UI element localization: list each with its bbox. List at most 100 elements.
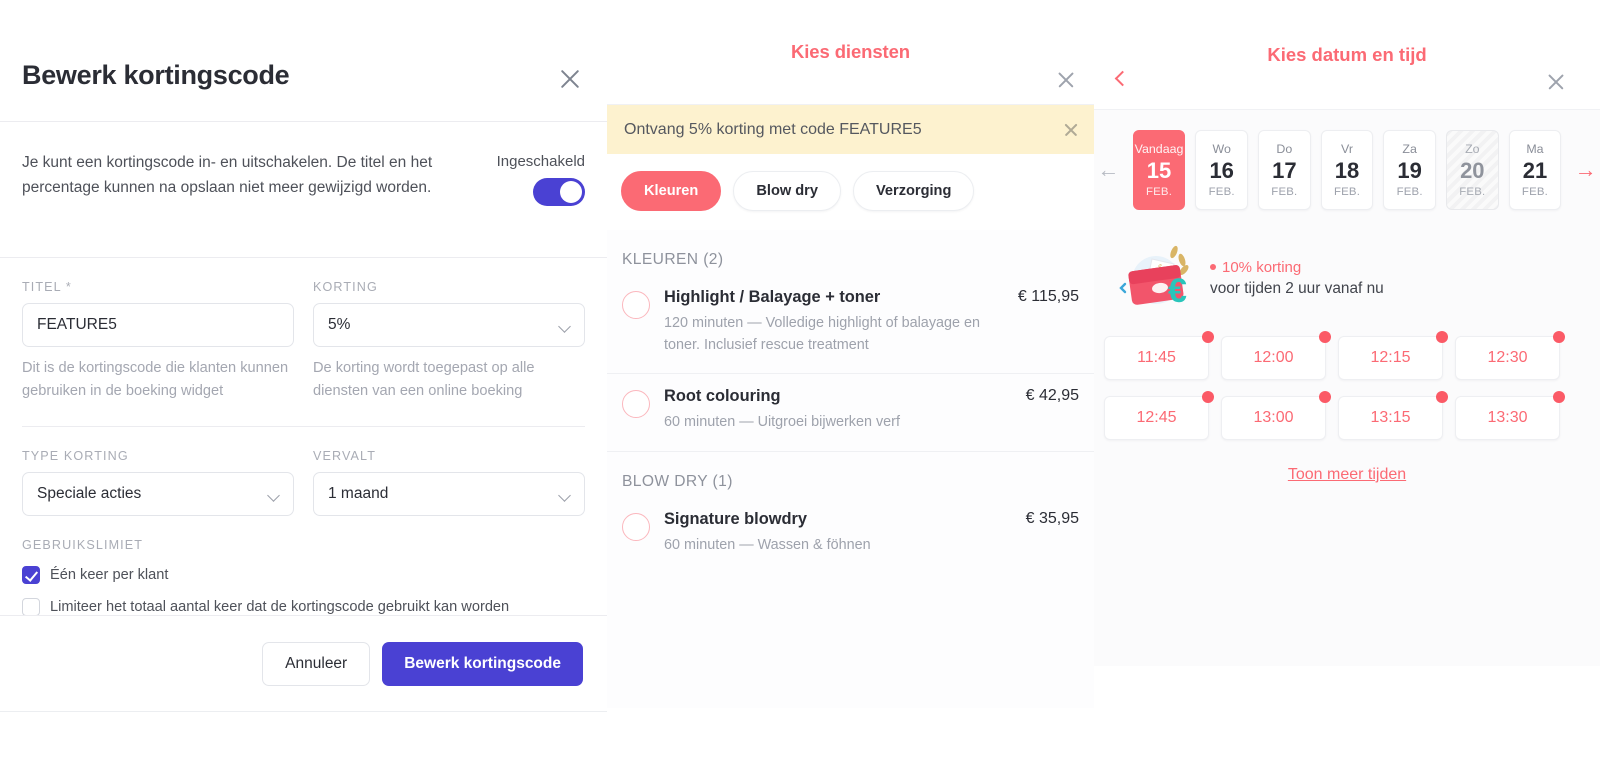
chip-verzorging[interactable]: Verzorging xyxy=(852,171,975,211)
intro-text: Je kunt een kortingscode in- en uitschak… xyxy=(22,154,433,197)
list-item[interactable]: Highlight / Balayage + toner € 115,95 12… xyxy=(607,275,1094,375)
intro-row: Je kunt een kortingscode in- en uitschak… xyxy=(0,122,607,211)
discount-dot-icon xyxy=(1202,391,1214,403)
time-slot[interactable]: 13:30 xyxy=(1455,396,1560,440)
service-description: 60 minuten — Wassen & föhnen xyxy=(664,536,871,553)
field-titel-help: Dit is de kortingscode die klanten kunne… xyxy=(22,360,289,399)
day-month: FEB. xyxy=(1459,185,1486,198)
time-slot-cell: 13:30 xyxy=(1455,391,1572,440)
screenshot-root: Bewerk kortingscode Je kunt een kortings… xyxy=(0,0,1600,768)
close-icon[interactable] xyxy=(555,64,585,94)
chevron-down-icon xyxy=(558,320,571,333)
day-card-21[interactable]: Ma 21 FEB. xyxy=(1508,130,1562,210)
korting-select[interactable]: 5% xyxy=(313,303,585,347)
close-icon[interactable] xyxy=(1062,121,1080,139)
chevron-down-icon xyxy=(267,489,280,503)
day-card-16[interactable]: Wo 16 FEB. xyxy=(1195,130,1249,210)
day-card-19[interactable]: Za 19 FEB. xyxy=(1383,130,1436,210)
time-slot[interactable]: 11:45 xyxy=(1104,336,1209,380)
day-card-17[interactable]: Do 17 FEB. xyxy=(1258,130,1311,210)
arrow-right-icon[interactable]: → xyxy=(1571,159,1600,181)
day-month: FEB. xyxy=(1333,185,1361,198)
service-name: Root colouring xyxy=(664,387,781,406)
services-list: KLEUREN (2) Highlight / Balayage + toner… xyxy=(607,230,1094,708)
time-slot[interactable]: 13:00 xyxy=(1221,396,1326,440)
time-slot-cell: 12:45 xyxy=(1104,391,1221,440)
field-type-korting: TYPE KORTING Speciale acties xyxy=(22,449,294,517)
radio-icon[interactable] xyxy=(622,390,650,419)
submit-button[interactable]: Bewerk kortingscode xyxy=(382,641,583,686)
day-month: FEB. xyxy=(1396,185,1423,198)
checkbox-limit-total[interactable]: Limiteer het totaal aantal keer dat de k… xyxy=(22,598,585,617)
enabled-toggle[interactable] xyxy=(533,178,585,206)
checkbox-once-per-customer[interactable]: Één keer per klant xyxy=(22,566,585,585)
time-slot[interactable]: 12:45 xyxy=(1104,396,1209,440)
field-vervalt: VERVALT 1 maand xyxy=(313,449,585,517)
time-slot-grid: 11:45 12:00 12:15 12:30 12:45 13:00 13:1… xyxy=(1094,328,1600,440)
radio-icon[interactable] xyxy=(622,291,650,319)
day-weekday: Vr xyxy=(1341,142,1353,157)
day-card-15[interactable]: Vandaag 15 FEB. xyxy=(1132,130,1186,210)
type-korting-select[interactable]: Speciale acties xyxy=(22,472,294,517)
list-item[interactable]: Signature blowdry € 35,95 60 minuten — W… xyxy=(607,496,1094,574)
service-description: 120 minuten — Volledige highlight of bal… xyxy=(664,315,981,353)
field-korting-label: KORTING xyxy=(313,280,378,294)
modal-footer: Annuleer Bewerk kortingscode xyxy=(0,615,607,711)
day-number: 15 xyxy=(1146,158,1172,184)
discount-dot-icon xyxy=(1319,391,1331,403)
show-more-times-link[interactable]: Toon meer tijden xyxy=(1094,466,1600,484)
close-icon[interactable] xyxy=(1544,70,1568,94)
field-vervalt-label: VERVALT xyxy=(313,449,376,464)
vervalt-select[interactable]: 1 maand xyxy=(313,472,585,517)
time-slot-cell: 13:15 xyxy=(1338,391,1455,440)
service-description: 60 minuten — Uitgroei bijwerken verf xyxy=(664,414,900,431)
day-month: FEB. xyxy=(1271,185,1298,198)
time-slot[interactable]: 13:15 xyxy=(1338,396,1443,440)
field-korting-help: De korting wordt toegepast op alle diens… xyxy=(313,360,535,399)
discount-dot-icon xyxy=(1553,391,1565,403)
cancel-button[interactable]: Annuleer xyxy=(262,641,371,686)
radio-icon[interactable] xyxy=(622,512,650,541)
discount-subtitle: voor tijden 2 uur vanaf nu xyxy=(1210,279,1384,297)
day-number: 20 xyxy=(1460,158,1485,184)
service-price: € 42,95 xyxy=(1025,387,1079,405)
checkbox-once-per-customer-label: Één keer per klant xyxy=(50,567,169,584)
day-weekday: Wo xyxy=(1212,142,1231,157)
promo-banner: Ontvang 5% korting met code FEATURE5 xyxy=(607,105,1094,154)
discount-dot-icon xyxy=(1436,391,1448,403)
arrow-left-icon[interactable]: ← xyxy=(1094,159,1123,181)
wallet-euro-illustration: $ € xyxy=(1112,242,1196,314)
usage-limit-label: GEBRUIKSLIMIET xyxy=(22,538,144,553)
chip-kleuren[interactable]: Kleuren xyxy=(621,171,722,211)
time-slot[interactable]: 12:00 xyxy=(1221,336,1326,380)
day-month: FEB. xyxy=(1145,185,1173,198)
field-titel: TITEL * FEATURE5 Dit is de kortingscode … xyxy=(22,280,294,402)
discount-dot-icon xyxy=(1202,331,1214,343)
checkbox-icon-unchecked xyxy=(22,598,40,617)
day-number: 16 xyxy=(1209,158,1234,184)
enabled-toggle-label: Ingeschakeld xyxy=(496,153,585,170)
discount-banner-text: 10% korting voor tijden 2 uur vanaf nu xyxy=(1210,259,1384,298)
bullet-dot-icon xyxy=(1210,264,1216,270)
day-number: 17 xyxy=(1272,158,1297,184)
list-item[interactable]: Root colouring € 42,95 60 minuten — Uitg… xyxy=(607,374,1094,452)
field-korting: KORTING 5% De korting wordt toegepast op… xyxy=(313,280,585,402)
service-name: Signature blowdry xyxy=(664,509,807,528)
time-slot-cell: 12:30 xyxy=(1455,331,1572,380)
datetime-title: Kies datum en tijd xyxy=(1267,43,1427,65)
chip-blow-dry[interactable]: Blow dry xyxy=(733,171,841,211)
time-slot[interactable]: 12:30 xyxy=(1455,336,1560,380)
day-number: 19 xyxy=(1397,158,1422,184)
day-weekday: Vandaag xyxy=(1134,142,1184,157)
day-number: 21 xyxy=(1522,158,1548,184)
titel-input[interactable]: FEATURE5 xyxy=(22,303,294,347)
time-slot[interactable]: 12:15 xyxy=(1338,336,1443,380)
day-weekday: Zo xyxy=(1465,142,1480,157)
time-slot-cell: 11:45 xyxy=(1104,331,1221,380)
checkbox-limit-total-label: Limiteer het totaal aantal keer dat de k… xyxy=(50,599,510,616)
close-icon[interactable] xyxy=(1054,68,1078,92)
field-type-korting-label: TYPE KORTING xyxy=(22,449,129,464)
day-card-18[interactable]: Vr 18 FEB. xyxy=(1320,130,1374,210)
chevron-left-icon[interactable] xyxy=(1112,70,1128,86)
day-card-20: Zo 20 FEB. xyxy=(1445,130,1499,210)
